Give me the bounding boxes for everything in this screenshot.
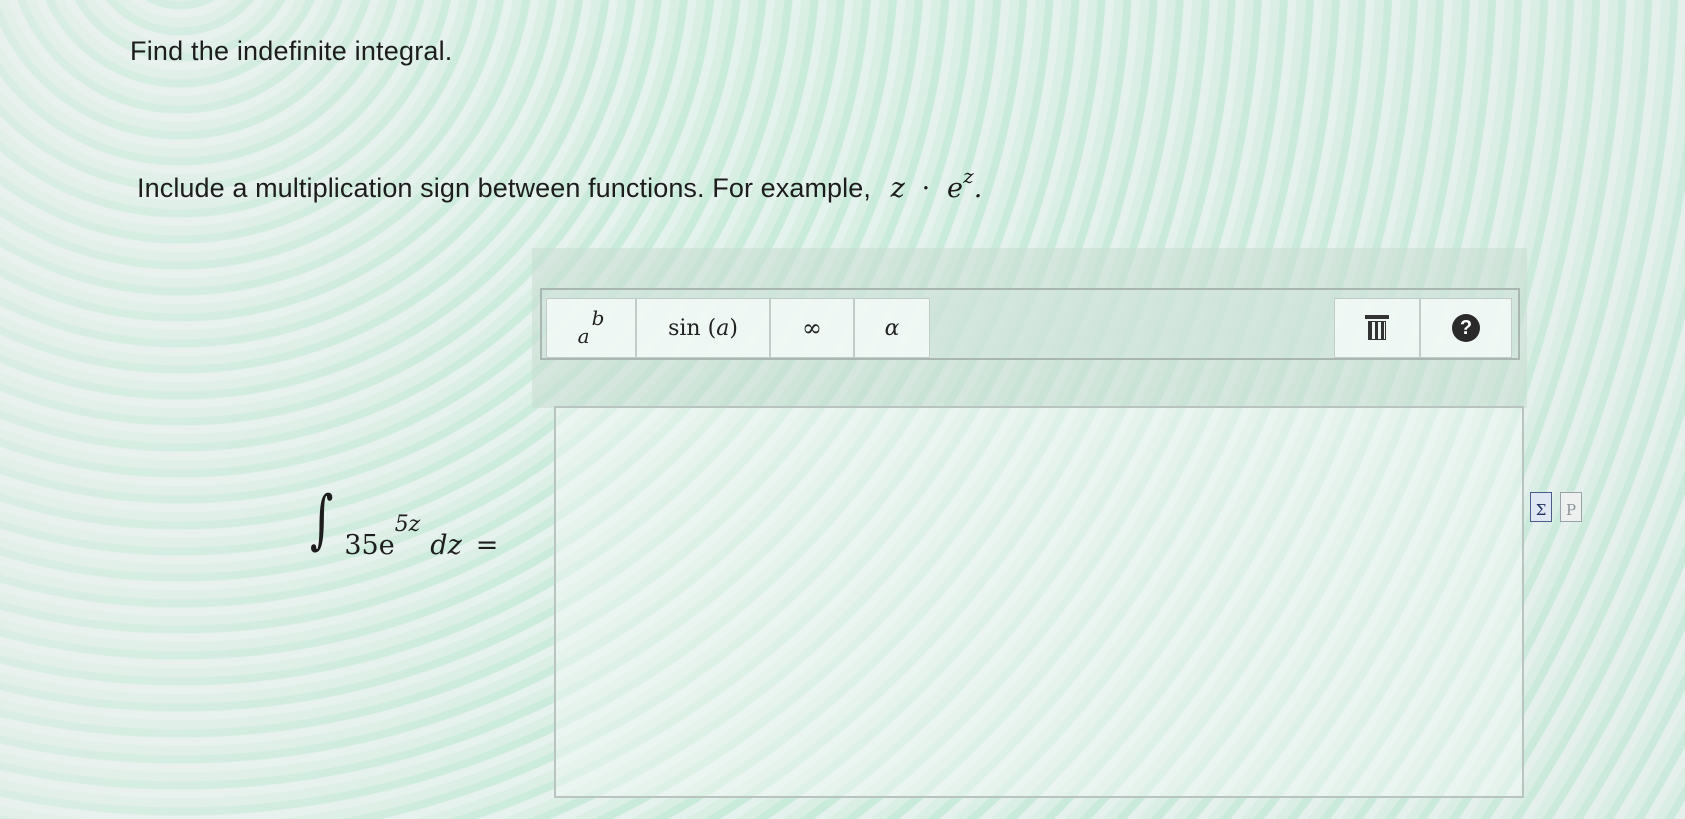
math-toolbar: ab sin (a) ∞ α ? [540,288,1520,360]
answer-input[interactable] [554,406,1524,798]
integral-sign: ∫ [310,483,334,557]
trig-open: ( [707,315,717,341]
integral-exponent: 5z [394,512,421,537]
instruction-text: Include a multiplication sign between fu… [137,164,983,204]
power-base: a [577,324,590,348]
integral-differential: dz [430,530,462,561]
greek-letters-button[interactable]: α [854,298,930,358]
trig-arg: a [716,315,730,341]
clear-button[interactable] [1334,298,1420,358]
example-exponent: z [963,164,974,188]
help-icon: ? [1452,314,1480,342]
example-left: z [890,173,905,204]
power-button[interactable]: ab [546,298,636,358]
integral-expression: ∫ 35 e 5z dz = [305,488,499,561]
example-expression: z · ez. [890,164,983,204]
trig-func: sin [668,315,701,341]
preview-icon[interactable]: P [1560,492,1582,522]
instruction-label: Include a multiplication sign between fu… [137,173,871,203]
trig-close: ) [729,315,738,341]
equation-editor-icon[interactable]: Σ [1530,492,1552,522]
example-operator: · [921,173,931,204]
trig-function-button[interactable]: sin (a) [636,298,770,358]
power-exponent: b [591,306,605,330]
example-trail: . [973,173,983,204]
integral-base: e [378,530,395,561]
question-title: Find the indefinite integral. [130,36,453,66]
integral-equals: = [475,530,499,561]
side-icons: Σ P [1530,492,1582,522]
example-base: e [947,173,964,204]
integral-coefficient: 35 [344,530,379,561]
infinity-button[interactable]: ∞ [770,298,854,358]
trash-icon [1365,315,1389,341]
help-button[interactable]: ? [1420,298,1512,358]
